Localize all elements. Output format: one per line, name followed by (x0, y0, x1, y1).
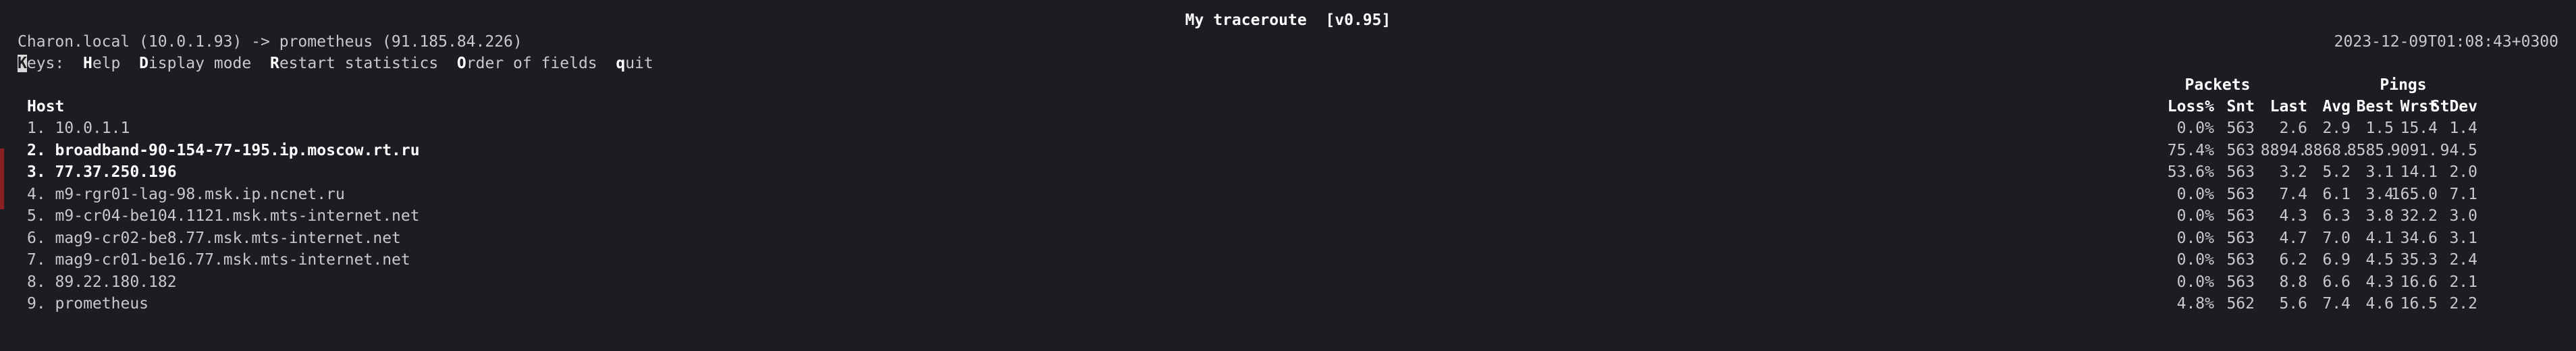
column-header-avg: Avg (2322, 98, 2351, 115)
hop-cell: 4.1 (2365, 230, 2394, 247)
terminal-cursor: K (18, 55, 27, 72)
key-quit[interactable]: quit (616, 55, 653, 72)
hop-cell: 2.9 (2322, 119, 2351, 137)
hop-cell: 4.5 (2365, 251, 2394, 269)
left-accent-bar (0, 148, 4, 209)
hop-host: 3. 77.37.250.196 (27, 163, 177, 181)
hop-host: 1. 10.0.1.1 (27, 119, 130, 137)
hop-cell: 8.8 (2279, 273, 2307, 291)
hop-cell: 7.4 (2279, 186, 2307, 203)
column-header-loss-pct: Loss% (2167, 98, 2214, 115)
hop-cell: 563 (2226, 163, 2255, 181)
hop-cell: 1.4 (2449, 119, 2477, 137)
hop-cell: 0.0% (2176, 273, 2214, 291)
hop-cell: 3.4 (2365, 186, 2394, 203)
hop-cell: 7.1 (2449, 186, 2477, 203)
hop-cell: 94.5 (2440, 142, 2477, 159)
hop-cell: 563 (2226, 207, 2255, 225)
packets-group-header: Packets (2184, 76, 2251, 94)
hop-cell: 3.1 (2449, 230, 2477, 247)
hop-cell: 7.4 (2322, 295, 2351, 313)
hop-cell: 6.3 (2322, 207, 2351, 225)
host-column-header: Host (27, 98, 65, 115)
hop-cell: 34.6 (2400, 230, 2438, 247)
hop-cell: 2.6 (2279, 119, 2307, 137)
hop-cell: 0.0% (2176, 207, 2214, 225)
column-header-stdev: StDev (2430, 98, 2477, 115)
hop-cell: 9091. (2390, 142, 2438, 159)
hop-cell: 4.3 (2365, 273, 2394, 291)
hop-cell: 563 (2226, 186, 2255, 203)
hop-cell: 4.3 (2279, 207, 2307, 225)
hop-cell: 563 (2226, 230, 2255, 247)
hop-cell: 5.6 (2279, 295, 2307, 313)
hop-host: 8. 89.22.180.182 (27, 273, 177, 291)
hop-cell: 2.0 (2449, 163, 2477, 181)
hop-cell: 0.0% (2176, 230, 2214, 247)
hop-cell: 7.0 (2322, 230, 2351, 247)
hop-cell: 2.2 (2449, 295, 2477, 313)
hop-host: 2. broadband-90-154-77-195.ip.moscow.rt.… (27, 142, 420, 159)
hop-cell: 4.7 (2279, 230, 2307, 247)
hop-cell: 8585. (2346, 142, 2394, 159)
key-display-mode[interactable]: Display mode (139, 55, 251, 72)
hop-cell: 0.0% (2176, 119, 2214, 137)
hop-cell: 3.8 (2365, 207, 2394, 225)
hop-host: 5. m9-cr04-be104.1121.msk.mts-internet.n… (27, 207, 420, 225)
window-title: My traceroute [v0.95] (1185, 11, 1391, 29)
trace-route-info: Charon.local (10.0.1.93) -> prometheus (… (18, 33, 522, 51)
hop-cell: 563 (2226, 142, 2255, 159)
hop-cell: 15.4 (2400, 119, 2438, 137)
hop-cell: 3.2 (2279, 163, 2307, 181)
hop-cell: 8894. (2260, 142, 2307, 159)
timestamp: 2023-12-09T01:08:43+0300 (2334, 33, 2558, 51)
hop-cell: 4.8% (2176, 295, 2214, 313)
key-order-of-fields[interactable]: Order of fields (457, 55, 597, 72)
hop-host: 6. mag9-cr02-be8.77.msk.mts-internet.net (27, 230, 401, 247)
hop-cell: 563 (2226, 273, 2255, 291)
hop-cell: 165.0 (2390, 186, 2438, 203)
keys-label: eys: (26, 55, 65, 72)
key-help[interactable]: Help (83, 55, 120, 72)
hop-cell: 1.5 (2365, 119, 2394, 137)
column-header-best: Best (2356, 98, 2394, 115)
hop-cell: 2.1 (2449, 273, 2477, 291)
hop-host: 7. mag9-cr01-be16.77.msk.mts-internet.ne… (27, 251, 410, 269)
hop-cell: 563 (2226, 251, 2255, 269)
hop-cell: 6.6 (2322, 273, 2351, 291)
hop-cell: 2.4 (2449, 251, 2477, 269)
hop-host: 9. prometheus (27, 295, 149, 313)
hop-cell: 6.1 (2322, 186, 2351, 203)
hop-cell: 3.0 (2449, 207, 2477, 225)
hop-cell: 53.6% (2167, 163, 2214, 181)
column-header-snt: Snt (2226, 98, 2255, 115)
pings-group-header: Pings (2380, 76, 2427, 94)
hop-host: 4. m9-rgr01-lag-98.msk.ip.ncnet.ru (27, 186, 345, 203)
key-restart-statistics[interactable]: Restart statistics (270, 55, 438, 72)
hop-cell: 563 (2226, 119, 2255, 137)
hop-cell: 16.6 (2400, 273, 2438, 291)
hop-cell: 4.6 (2365, 295, 2394, 313)
keys-menu: Keys: Help Display mode Restart statisti… (18, 53, 653, 74)
hop-cell: 0.0% (2176, 251, 2214, 269)
hop-cell: 5.2 (2322, 163, 2351, 181)
hop-cell: 6.2 (2279, 251, 2307, 269)
hop-cell: 16.5 (2400, 295, 2438, 313)
hop-cell: 0.0% (2176, 186, 2214, 203)
hop-cell: 75.4% (2167, 142, 2214, 159)
hop-cell: 32.2 (2400, 207, 2438, 225)
hop-cell: 3.1 (2365, 163, 2394, 181)
hop-cell: 8868. (2303, 142, 2351, 159)
hop-cell: 562 (2226, 295, 2255, 313)
hop-cell: 35.3 (2400, 251, 2438, 269)
hop-cell: 14.1 (2400, 163, 2438, 181)
column-header-last: Last (2270, 98, 2307, 115)
hop-cell: 6.9 (2322, 251, 2351, 269)
